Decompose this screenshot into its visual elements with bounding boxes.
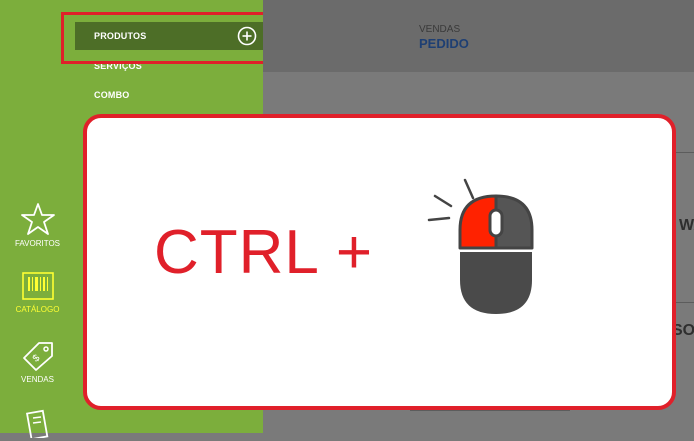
page-title: PEDIDO bbox=[419, 36, 469, 51]
ctrl-plus-text: CTRL + bbox=[154, 218, 374, 287]
background-divider-3 bbox=[410, 410, 570, 411]
main-header: VENDAS PEDIDO bbox=[263, 0, 694, 72]
header-eyebrow: VENDAS bbox=[419, 24, 461, 35]
mouse-left-click-icon bbox=[427, 178, 534, 314]
submenu-label-combo: COMBO bbox=[94, 90, 130, 100]
rail-item-receipt[interactable] bbox=[0, 408, 75, 441]
svg-text:$: $ bbox=[30, 352, 42, 364]
price-tag-icon: $ bbox=[22, 342, 53, 371]
rail-item-catalogo[interactable]: CATÁLOGO bbox=[0, 270, 75, 314]
receipt-icon bbox=[25, 409, 48, 438]
background-divider-2 bbox=[676, 302, 694, 303]
rail-item-vendas[interactable]: $ VENDAS bbox=[0, 340, 75, 384]
barcode-catalog-icon bbox=[21, 272, 54, 300]
rail-label-vendas: VENDAS bbox=[21, 375, 54, 384]
rail-item-favoritos[interactable]: FAVORITOS bbox=[0, 202, 75, 248]
instruction-overlay: CTRL + bbox=[83, 114, 676, 410]
rail-label-favoritos: FAVORITOS bbox=[14, 239, 61, 248]
submenu-item-combo[interactable]: COMBO bbox=[75, 81, 263, 109]
highlight-box bbox=[61, 12, 274, 64]
background-divider bbox=[676, 152, 694, 153]
rail-label-catalogo: CATÁLOGO bbox=[15, 305, 60, 314]
star-icon bbox=[20, 203, 55, 235]
background-text-wa: WA bbox=[679, 217, 694, 234]
left-rail: FAVORITOS CATÁLOGO $ VENDAS bbox=[0, 0, 75, 438]
